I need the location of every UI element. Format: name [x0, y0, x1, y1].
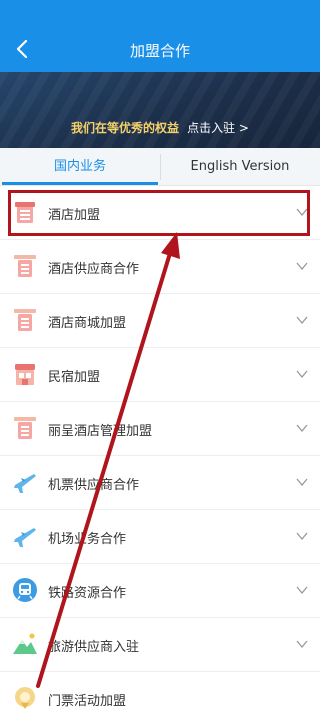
item-label: 机场业务合作 — [48, 532, 127, 547]
airplane-icon — [14, 528, 36, 547]
banner-decoration — [0, 72, 320, 148]
item-label: 酒店供应商合作 — [48, 262, 140, 277]
banner-text-row: 我们在等优秀的权益 点击入驻 > — [0, 119, 320, 136]
mountain-icon — [13, 633, 37, 654]
supplies-icon — [14, 309, 36, 331]
chevron-down-icon — [296, 478, 308, 487]
supplies-icon — [14, 417, 36, 439]
chevron-down-icon — [296, 262, 308, 271]
page-title: 加盟合作 — [129, 42, 190, 60]
item-label: 民宿加盟 — [48, 370, 101, 385]
list-item[interactable]: 机场业务合作 — [0, 510, 320, 564]
list-item[interactable]: 旅游供应商入驻 — [0, 618, 320, 672]
airplane-icon — [14, 474, 36, 493]
list-item[interactable]: 酒店商城加盟 — [0, 294, 320, 348]
list-item[interactable]: 机票供应商合作 — [0, 456, 320, 510]
item-label: 门票活动加盟 — [48, 694, 127, 709]
tab-english[interactable]: English Version — [160, 148, 320, 186]
list-item[interactable]: 酒店供应商合作 — [0, 240, 320, 294]
tab-indicator — [2, 182, 158, 185]
annotation-highlight-box — [8, 190, 310, 236]
ticket-icon — [15, 687, 35, 709]
tab-domestic[interactable]: 国内业务 — [0, 148, 160, 186]
banner-text: 我们在等优秀的权益 — [71, 121, 180, 135]
app-header: 加盟合作 — [0, 0, 320, 72]
chevron-down-icon — [296, 316, 308, 325]
item-label: 丽呈酒店管理加盟 — [48, 424, 153, 439]
chevron-down-icon — [296, 586, 308, 595]
list-item[interactable]: 铁路资源合作 — [0, 564, 320, 618]
item-label: 酒店商城加盟 — [48, 316, 127, 331]
supplies-icon — [14, 255, 36, 277]
list-item[interactable]: 门票活动加盟 — [0, 672, 320, 711]
list-item[interactable]: 丽呈酒店管理加盟 — [0, 402, 320, 456]
item-label: 旅游供应商入驻 — [48, 640, 140, 655]
promo-banner[interactable]: 我们在等优秀的权益 点击入驻 > — [0, 72, 320, 148]
homestay-icon — [15, 364, 35, 385]
item-label: 机票供应商合作 — [48, 478, 140, 493]
banner-link[interactable]: 点击入驻 > — [187, 121, 249, 135]
list-item[interactable]: 民宿加盟 — [0, 348, 320, 402]
item-label: 铁路资源合作 — [48, 586, 127, 601]
chevron-down-icon — [296, 424, 308, 433]
chevron-down-icon — [296, 640, 308, 649]
partner-list: 酒店加盟 酒店供应商合作 酒店商城加盟 民宿加盟 丽呈酒店管理加盟 机票供应商合… — [0, 186, 320, 711]
train-icon — [13, 578, 37, 602]
chevron-down-icon — [296, 370, 308, 379]
chevron-down-icon — [296, 532, 308, 541]
tab-bar: 国内业务 English Version — [0, 148, 320, 186]
